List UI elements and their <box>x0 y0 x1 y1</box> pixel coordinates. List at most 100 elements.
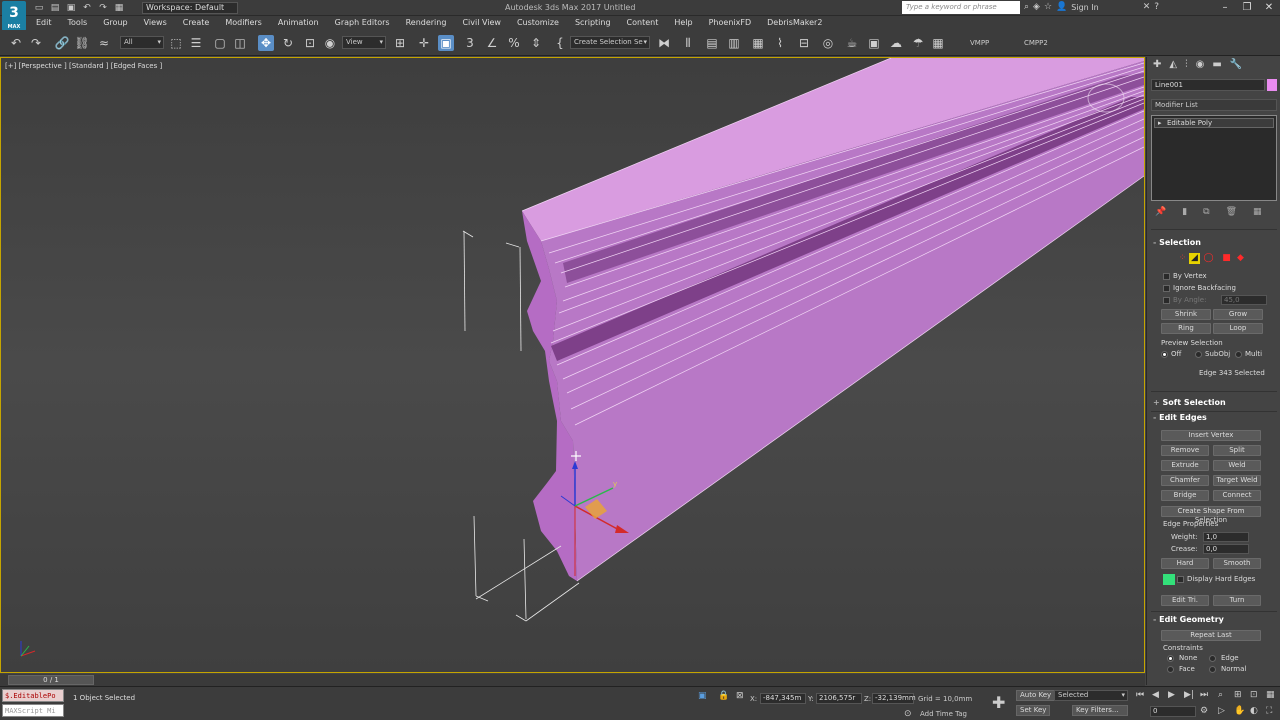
open-file-icon[interactable]: ▤ <box>48 2 62 14</box>
rendered-frame-window-icon[interactable]: ▣ <box>866 35 882 51</box>
select-by-name-icon[interactable]: ☰ <box>188 35 204 51</box>
by-vertex-checkbox[interactable] <box>1163 273 1170 280</box>
hard-edge-color-swatch[interactable] <box>1163 574 1175 585</box>
search-icon[interactable]: ⌕ <box>1024 2 1029 12</box>
named-selection-dropdown[interactable]: Create Selection Se <box>570 36 650 49</box>
save-icon[interactable]: ▣ <box>64 2 78 14</box>
toggle-scene-explorer-icon[interactable]: ▤ <box>704 35 720 51</box>
y-coord-field[interactable]: 2106,575r <box>816 693 862 704</box>
workspace-dropdown[interactable]: Workspace: Default <box>142 2 238 14</box>
edit-tri-button[interactable]: Edit Tri. <box>1161 595 1209 606</box>
preview-multi-radio[interactable] <box>1235 351 1242 358</box>
reference-coordinate-dropdown[interactable]: View <box>342 36 386 49</box>
schematic-view-icon[interactable]: ⊟ <box>796 35 812 51</box>
redo-icon[interactable]: ↷ <box>96 2 110 14</box>
by-angle-checkbox[interactable] <box>1163 297 1170 304</box>
menu-tools[interactable]: Tools <box>60 16 96 30</box>
subscription-icon[interactable]: ◈ <box>1033 2 1040 12</box>
edit-geometry-rollout-header[interactable]: Edit Geometry <box>1153 614 1224 626</box>
menu-phoenixfd[interactable]: PhoenixFD <box>701 16 760 30</box>
edit-edges-rollout-header[interactable]: Edit Edges <box>1153 412 1207 424</box>
undo-icon[interactable]: ↶ <box>8 35 24 51</box>
select-and-move-icon[interactable]: ✥ <box>258 35 274 51</box>
angle-snap-icon[interactable]: ∠ <box>484 35 500 51</box>
stack-item-editable-poly[interactable]: Editable Poly <box>1154 118 1274 128</box>
isolate-selection-icon[interactable]: ▣ <box>698 691 707 701</box>
menu-customize[interactable]: Customize <box>509 16 567 30</box>
create-shape-from-selection-button[interactable]: Create Shape From Selection <box>1161 506 1261 524</box>
maxscript-listener-output[interactable]: $.EditablePo <box>2 689 64 702</box>
hard-button[interactable]: Hard <box>1161 558 1209 569</box>
extrude-button[interactable]: Extrude <box>1161 460 1209 471</box>
selection-rollout-header[interactable]: Selection <box>1153 237 1201 249</box>
crease-spinner[interactable]: 0,0 <box>1203 544 1249 554</box>
polygon-subobject-icon[interactable]: ■ <box>1221 253 1232 264</box>
maximize-viewport-icon[interactable]: ⛶ <box>1266 706 1272 716</box>
weld-button[interactable]: Weld <box>1213 460 1261 471</box>
sign-in-link[interactable]: Sign In <box>1071 3 1098 12</box>
constraint-none-radio[interactable] <box>1167 655 1174 662</box>
auto-key-button[interactable]: Auto Key <box>1016 690 1056 701</box>
menu-graph-editors[interactable]: Graph Editors <box>327 16 398 30</box>
time-config-icon[interactable]: ⚙ <box>1200 706 1208 716</box>
menu-civil-view[interactable]: Civil View <box>454 16 509 30</box>
material-editor-icon[interactable]: ◎ <box>820 35 836 51</box>
target-weld-button[interactable]: Target Weld <box>1213 475 1261 486</box>
next-frame-icon[interactable]: ▶| <box>1184 690 1194 700</box>
remove-modifier-icon[interactable]: 🗑 <box>1226 207 1237 217</box>
menu-edit[interactable]: Edit <box>28 16 60 30</box>
menu-modifiers[interactable]: Modifiers <box>217 16 270 30</box>
align-icon[interactable]: ⫴ <box>680 35 696 51</box>
close-icon[interactable]: ✕ <box>1258 0 1280 16</box>
bridge-button[interactable]: Bridge <box>1161 490 1209 501</box>
rect-selection-icon[interactable]: ▢ <box>212 35 228 51</box>
soft-selection-rollout-header[interactable]: Soft Selection <box>1153 397 1226 409</box>
weight-spinner[interactable]: 1,0 <box>1203 532 1249 542</box>
show-end-result-icon[interactable]: ▮ <box>1182 207 1187 217</box>
selection-lock-icon[interactable]: 🔒 <box>718 691 729 701</box>
search-input[interactable]: Type a keyword or phrase <box>902 1 1020 14</box>
pivot-point-icon[interactable]: ⊞ <box>392 35 408 51</box>
maxscript-mini-listener[interactable]: MAXScript Mi <box>2 704 64 717</box>
manipulate-icon[interactable]: ✛ <box>416 35 432 51</box>
select-object-icon[interactable]: ⬚ <box>168 35 184 51</box>
chamfer-button[interactable]: Chamfer <box>1161 475 1209 486</box>
edge-subobject-icon[interactable]: ◢ <box>1189 253 1200 264</box>
window-crossing-icon[interactable]: ◫ <box>232 35 248 51</box>
key-filters-button[interactable]: Key Filters... <box>1072 705 1128 716</box>
remove-button[interactable]: Remove <box>1161 445 1209 456</box>
keyboard-shortcut-override-icon[interactable]: ▣ <box>438 35 454 51</box>
menu-group[interactable]: Group <box>95 16 135 30</box>
loop-button[interactable]: Loop <box>1213 323 1263 334</box>
pan-view-icon[interactable]: ✋ <box>1234 706 1245 716</box>
render-setup-icon[interactable]: ☕ <box>844 35 860 51</box>
pin-stack-icon[interactable]: 📌 <box>1155 207 1166 217</box>
create-tab-icon[interactable]: ✚ <box>1153 59 1161 70</box>
zoom-icon[interactable]: ⌕ <box>1218 690 1223 700</box>
shrink-button[interactable]: Shrink <box>1161 309 1211 320</box>
ring-button[interactable]: Ring <box>1161 323 1211 334</box>
zoom-all-icon[interactable]: ⊞ <box>1234 690 1242 700</box>
element-subobject-icon[interactable]: ◆ <box>1235 253 1246 264</box>
bind-spacewarp-icon[interactable]: ≈ <box>96 35 112 51</box>
modifier-stack[interactable]: Editable Poly <box>1151 115 1277 201</box>
link-icon[interactable]: 🔗 <box>54 35 70 51</box>
new-file-icon[interactable]: ▭ <box>32 2 46 14</box>
minimize-icon[interactable]: – <box>1214 0 1236 16</box>
selection-filter-dropdown[interactable]: All <box>120 36 164 49</box>
menu-help[interactable]: Help <box>666 16 700 30</box>
cmpp2-button[interactable]: CMPP2 <box>1024 39 1048 47</box>
menu-scripting[interactable]: Scripting <box>567 16 619 30</box>
menu-animation[interactable]: Animation <box>270 16 327 30</box>
object-name-field[interactable]: Line001 <box>1151 79 1265 91</box>
spinner-snap-icon[interactable]: ⇕ <box>528 35 544 51</box>
modify-tab-icon[interactable]: ◭ <box>1169 59 1177 70</box>
set-key-big-icon[interactable]: ✚ <box>992 693 1005 712</box>
percent-snap-icon[interactable]: % <box>506 35 522 51</box>
display-tab-icon[interactable]: ▬ <box>1212 59 1221 70</box>
absolute-mode-icon[interactable]: ⊠ <box>736 691 744 701</box>
menu-content[interactable]: Content <box>619 16 667 30</box>
restore-icon[interactable]: ❐ <box>1236 0 1258 16</box>
vmpp-button[interactable]: VMPP <box>970 39 989 47</box>
render-production-icon[interactable]: ☁ <box>888 35 904 51</box>
